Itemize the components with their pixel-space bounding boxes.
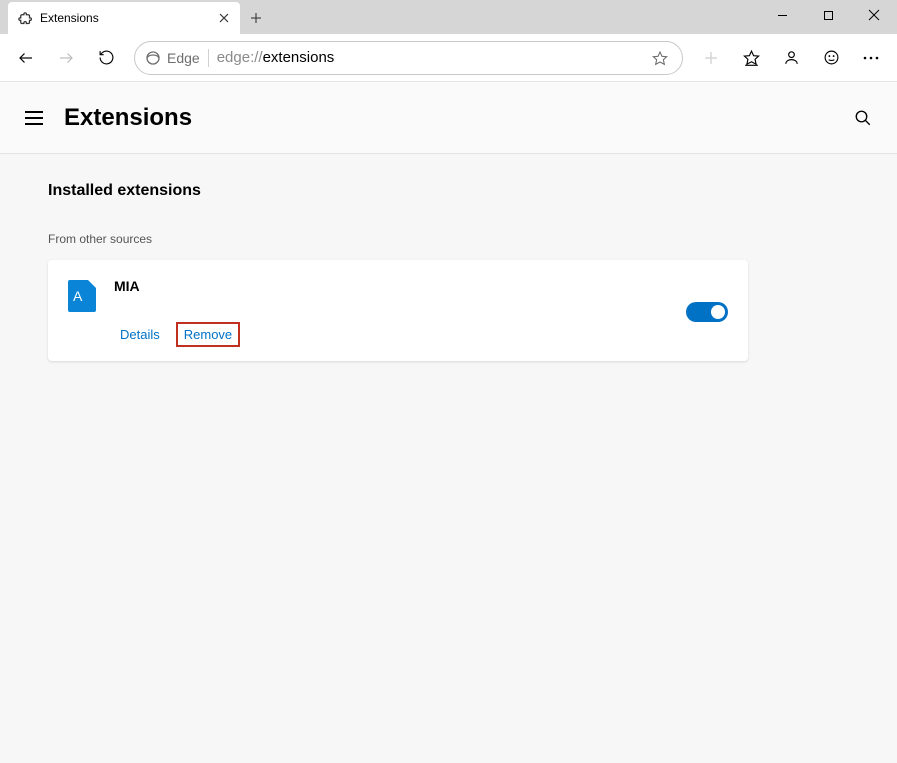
- installed-extensions-heading: Installed extensions: [48, 182, 849, 200]
- maximize-button[interactable]: [805, 0, 851, 30]
- remove-link[interactable]: Remove: [178, 324, 238, 345]
- back-button[interactable]: [8, 40, 44, 76]
- forward-button[interactable]: [48, 40, 84, 76]
- extension-body: MIA Details Remove: [114, 278, 668, 345]
- url-protocol: edge://: [217, 49, 263, 66]
- tab-title: Extensions: [40, 11, 208, 25]
- more-menu-button[interactable]: [853, 40, 889, 76]
- edge-icon: [145, 50, 161, 66]
- source-label: From other sources: [48, 232, 849, 246]
- favorite-star-icon[interactable]: [648, 46, 672, 70]
- refresh-button[interactable]: [88, 40, 124, 76]
- address-separator: [208, 49, 209, 67]
- extension-name: MIA: [114, 278, 668, 294]
- close-window-button[interactable]: [851, 0, 897, 30]
- add-button[interactable]: [693, 40, 729, 76]
- favorites-button[interactable]: [733, 40, 769, 76]
- search-button[interactable]: [851, 106, 875, 130]
- browser-toolbar: Edge edge://extensions: [0, 34, 897, 82]
- page-header: Extensions: [0, 82, 897, 154]
- site-identity: Edge: [145, 50, 200, 66]
- extension-enable-toggle[interactable]: [686, 302, 728, 322]
- browser-tab[interactable]: Extensions: [8, 2, 240, 34]
- page-content: Installed extensions From other sources …: [0, 154, 897, 389]
- extension-icon: A: [68, 280, 96, 312]
- extension-icon-letter: A: [73, 288, 82, 304]
- tab-strip: Extensions: [0, 0, 272, 34]
- tab-close-button[interactable]: [216, 10, 232, 26]
- extension-card: A MIA Details Remove: [48, 260, 748, 361]
- window-controls: [759, 0, 897, 30]
- extension-puzzle-icon: [16, 10, 32, 26]
- details-link[interactable]: Details: [114, 324, 166, 345]
- url-text: edge://extensions: [217, 49, 640, 66]
- extension-actions: Details Remove: [114, 324, 668, 345]
- page-title: Extensions: [64, 104, 192, 132]
- minimize-button[interactable]: [759, 0, 805, 30]
- menu-toggle-button[interactable]: [22, 106, 46, 130]
- new-tab-button[interactable]: [240, 2, 272, 34]
- address-bar[interactable]: Edge edge://extensions: [134, 41, 683, 75]
- site-identity-label: Edge: [167, 50, 200, 66]
- feedback-smiley-button[interactable]: [813, 40, 849, 76]
- titlebar: Extensions: [0, 0, 897, 34]
- toggle-knob: [711, 305, 725, 319]
- profile-button[interactable]: [773, 40, 809, 76]
- url-path: extensions: [263, 49, 335, 66]
